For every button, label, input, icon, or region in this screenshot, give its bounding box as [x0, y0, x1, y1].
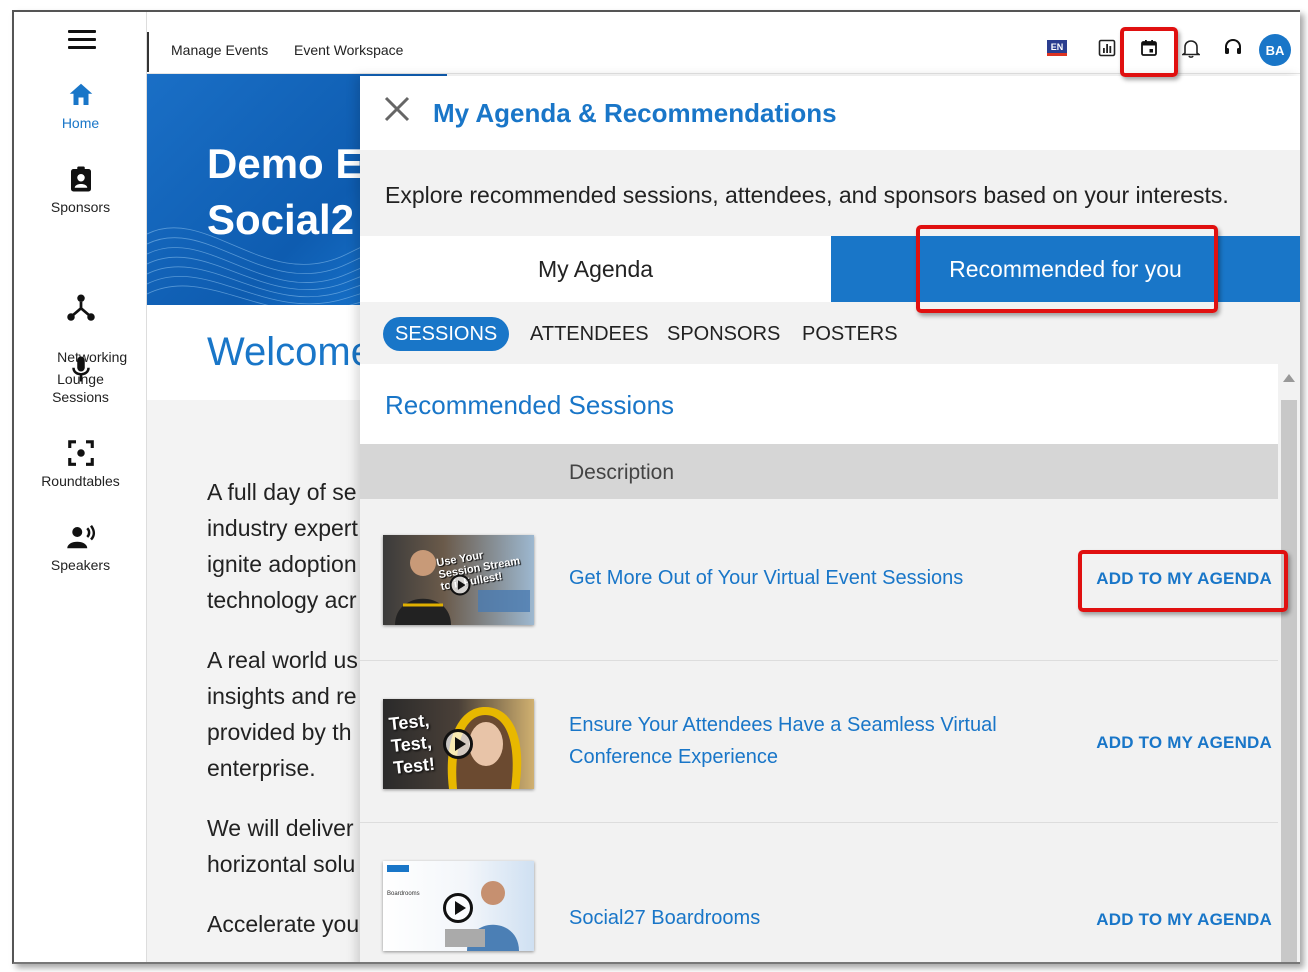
thumbnail-caption: Test, Test, Test! — [387, 710, 436, 779]
breadcrumb-event-workspace[interactable]: Event Workspace — [294, 42, 403, 58]
play-icon[interactable] — [443, 893, 473, 923]
session-row: Boardrooms Social27 Boardrooms ADD TO MY… — [360, 823, 1278, 962]
sidebar-item-label: Speakers — [50, 557, 111, 573]
top-header: Manage Events Event Workspace EN BA — [147, 12, 1300, 74]
sidebar-item-sessions[interactable]: Sessions — [14, 354, 147, 408]
section-title: Recommended Sessions — [385, 390, 675, 420]
column-header-description: Description — [569, 461, 675, 484]
speaker-icon — [66, 525, 95, 549]
sidebar-item-label: Sponsors — [50, 199, 111, 215]
sidebar-item-speakers[interactable]: Speakers — [14, 522, 147, 576]
intro-paragraph-2: A real world us insights and re provided… — [207, 647, 358, 781]
recommended-sessions-list: Recommended Sessions Description Use You… — [360, 364, 1278, 962]
session-title[interactable]: Social27 Boardrooms — [569, 902, 1039, 934]
header-divider — [147, 32, 149, 72]
sidebar-item-sponsors[interactable]: Sponsors — [14, 164, 147, 218]
roundtable-icon — [67, 440, 94, 466]
add-to-agenda-button[interactable]: ADD TO MY AGENDA — [1096, 733, 1272, 753]
play-icon[interactable] — [443, 729, 473, 759]
network-icon — [66, 294, 95, 321]
session-title[interactable]: Ensure Your Attendees Have a Seamless Vi… — [569, 709, 1039, 773]
session-list-scrollbar[interactable] — [1278, 364, 1300, 962]
language-switcher[interactable]: EN — [1045, 36, 1069, 60]
home-icon — [69, 83, 92, 105]
agenda-tabs: My Agenda Recommended for you — [360, 236, 1300, 302]
support-button[interactable] — [1221, 36, 1245, 60]
play-icon[interactable] — [449, 574, 471, 596]
subtab-sessions[interactable]: SESSIONS — [383, 317, 510, 351]
thumbnail-caption: Boardrooms — [387, 891, 420, 897]
session-thumbnail[interactable]: Use Your Session Stream to it Fullest! — [383, 535, 534, 625]
badge-icon — [70, 166, 91, 192]
table-header: Description — [360, 444, 1278, 499]
headset-icon — [1225, 38, 1241, 54]
app-window: Home Sponsors Networking Lounge Sessions… — [12, 10, 1300, 964]
add-to-agenda-button[interactable]: ADD TO MY AGENDA — [1096, 569, 1272, 589]
menu-toggle-icon[interactable] — [68, 30, 96, 50]
tab-recommended-for-you[interactable]: Recommended for you — [831, 236, 1300, 302]
scrollbar-track[interactable] — [1281, 400, 1297, 962]
user-avatar[interactable]: BA — [1259, 34, 1291, 66]
intro-paragraph-4: Accelerate you — [207, 911, 360, 937]
recommendation-subtabs: SESSIONS ATTENDEES SPONSORS POSTERS — [360, 302, 1300, 364]
sidebar-item-home[interactable]: Home — [14, 80, 147, 134]
session-title[interactable]: Get More Out of Your Virtual Event Sessi… — [569, 562, 1039, 594]
event-title: Demo E Social2 — [207, 140, 364, 243]
intro-paragraph-1: A full day of se industry expert ignite … — [207, 479, 358, 613]
panel-description: Explore recommended sessions, attendees,… — [360, 150, 1300, 236]
panel-header: My Agenda & Recommendations — [360, 76, 1300, 150]
breadcrumb-manage-events[interactable]: Manage Events — [171, 42, 268, 58]
close-icon[interactable] — [382, 94, 412, 124]
analytics-icon — [1098, 39, 1116, 57]
sidebar-item-label: Roundtables — [41, 473, 120, 489]
session-row: Test, Test, Test! Ensure Your Attendees … — [360, 661, 1278, 823]
left-sidebar: Home Sponsors Networking Lounge Sessions… — [14, 12, 147, 962]
panel-title: My Agenda & Recommendations — [433, 98, 837, 128]
subtab-posters[interactable]: POSTERS — [802, 317, 898, 351]
add-to-agenda-button[interactable]: ADD TO MY AGENDA — [1096, 910, 1272, 930]
panel-subtitle: Explore recommended sessions, attendees,… — [385, 182, 1229, 208]
sidebar-item-roundtables[interactable]: Roundtables — [14, 438, 147, 492]
my-agenda-calendar-button[interactable] — [1137, 36, 1161, 60]
session-row: Use Your Session Stream to it Fullest! G… — [360, 499, 1278, 661]
intro-paragraph-3: We will deliver horizontal solu — [207, 815, 356, 877]
calendar-icon — [1141, 40, 1157, 56]
bell-icon — [1182, 40, 1200, 58]
notifications-button[interactable] — [1179, 36, 1203, 60]
session-thumbnail[interactable]: Boardrooms — [383, 861, 534, 951]
sidebar-item-label: Home — [61, 115, 100, 131]
language-flag-icon: EN — [1047, 40, 1067, 56]
tab-my-agenda[interactable]: My Agenda — [360, 236, 831, 302]
sidebar-item-label: Sessions — [52, 389, 109, 405]
welcome-heading: Welcome — [207, 330, 373, 374]
subtab-attendees[interactable]: ATTENDEES — [530, 317, 649, 351]
session-thumbnail[interactable]: Test, Test, Test! — [383, 699, 534, 789]
subtab-sponsors[interactable]: SPONSORS — [667, 317, 780, 351]
scroll-up-icon[interactable] — [1283, 374, 1295, 382]
section-header: Recommended Sessions — [360, 364, 1278, 444]
agenda-panel: My Agenda & Recommendations Explore reco… — [360, 76, 1300, 962]
analytics-button[interactable] — [1095, 36, 1119, 60]
microphone-icon — [71, 356, 90, 382]
